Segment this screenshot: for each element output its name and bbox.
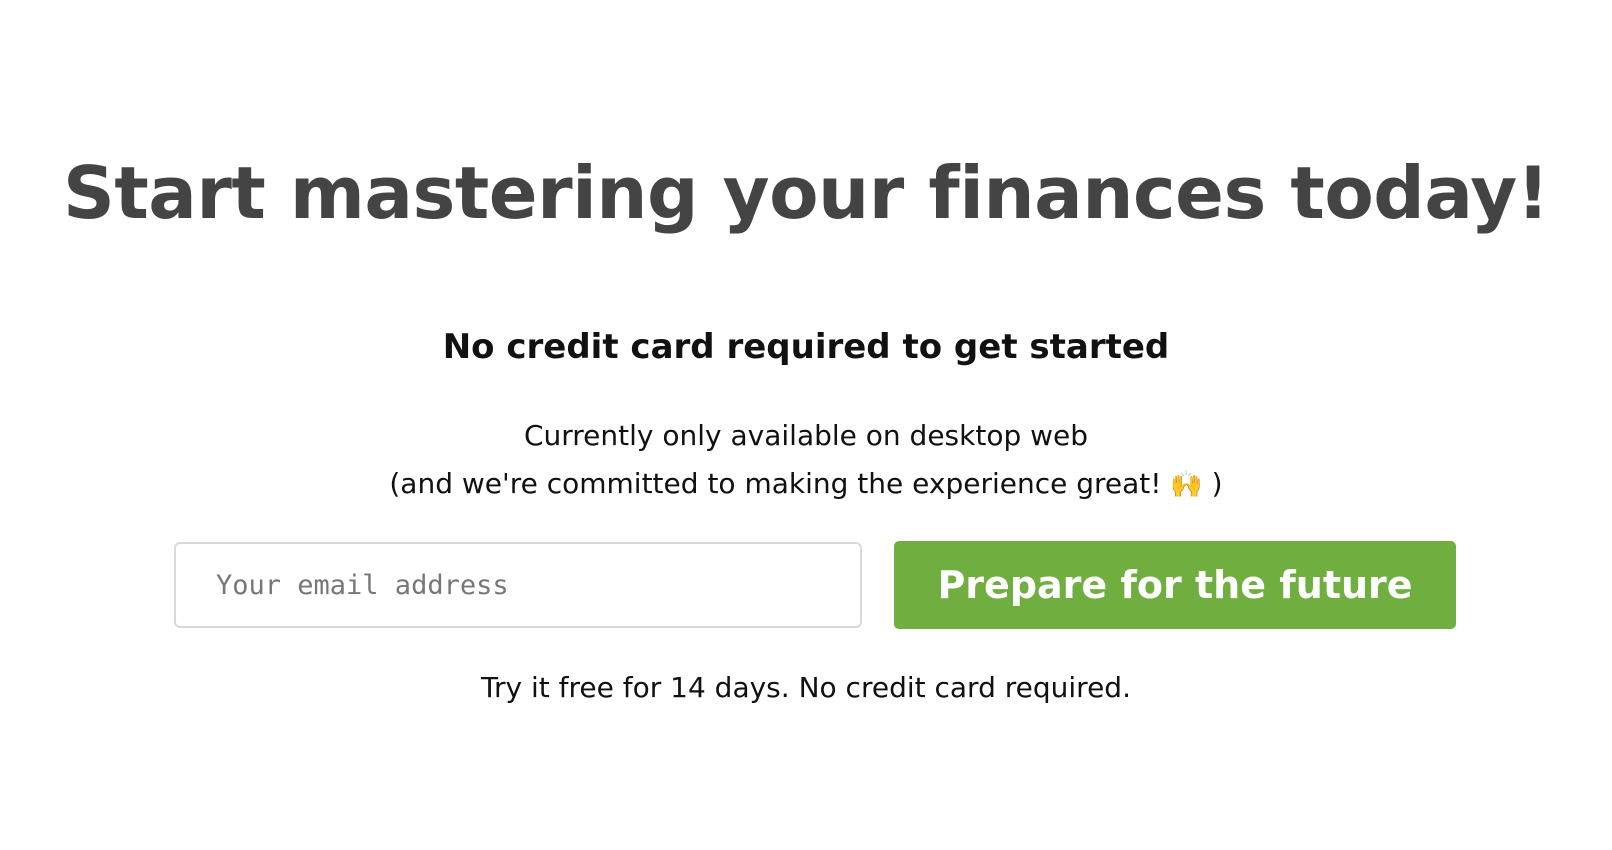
- free-trial-note: Try it free for 14 days. No credit card …: [481, 671, 1131, 704]
- raised-hands-icon: 🙌: [1170, 470, 1203, 500]
- no-credit-card-heading: No credit card required to get started: [442, 327, 1170, 367]
- availability-note: Currently only available on desktop web …: [0, 412, 1612, 509]
- signup-hero: Start mastering your finances today! No …: [0, 0, 1612, 850]
- prepare-for-future-button[interactable]: Prepare for the future: [894, 541, 1456, 629]
- page-title: Start mastering your finances today!: [63, 151, 1549, 235]
- availability-line-2-end: ): [1202, 467, 1223, 500]
- availability-line-2-text: (and we're committed to making the exper…: [389, 467, 1171, 500]
- availability-line-1: Currently only available on desktop web: [523, 419, 1089, 452]
- email-input[interactable]: [174, 542, 862, 628]
- availability-line-2: (and we're committed to making the exper…: [0, 460, 1612, 509]
- signup-form: Prepare for the future: [174, 541, 1456, 631]
